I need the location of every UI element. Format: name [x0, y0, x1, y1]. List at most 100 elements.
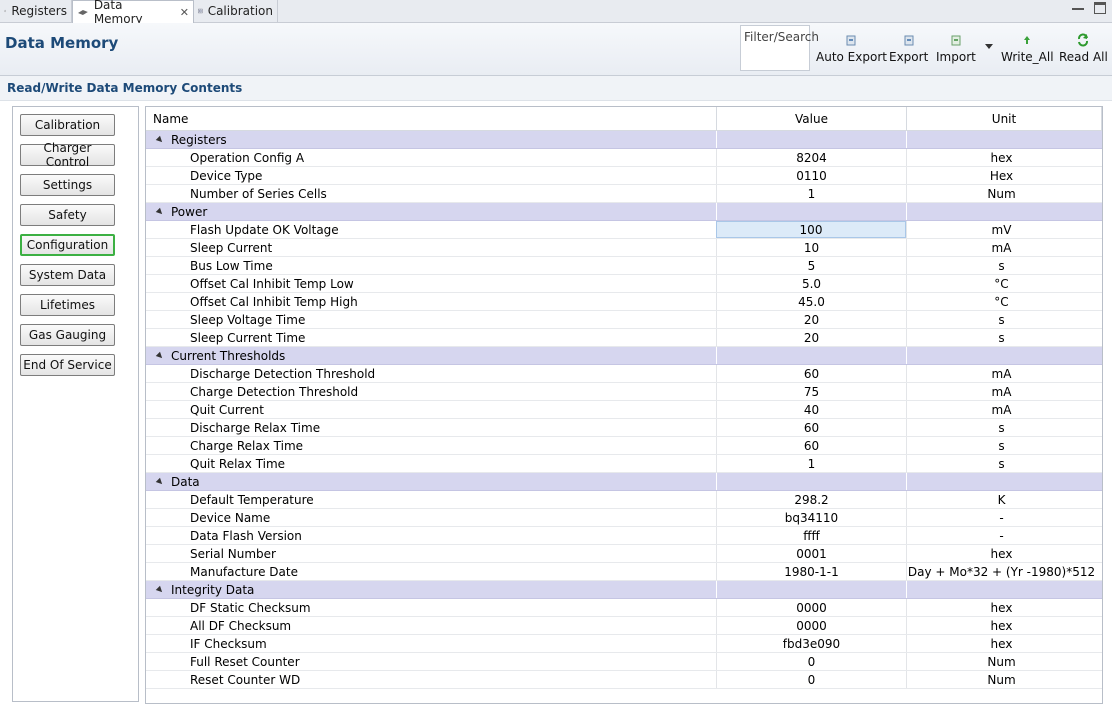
table-row[interactable]: Number of Series Cells 1 Num: [146, 185, 1102, 203]
auto-export-button[interactable]: Auto Export: [816, 33, 887, 64]
column-header-name[interactable]: Name: [146, 107, 717, 131]
column-header-value[interactable]: Value: [717, 107, 907, 131]
value-cell[interactable]: 40: [716, 401, 906, 418]
value-cell[interactable]: 0: [716, 653, 906, 670]
value-cell[interactable]: 1: [716, 455, 906, 472]
group-row[interactable]: Integrity Data: [146, 581, 1102, 599]
table-row[interactable]: Full Reset Counter 0 Num: [146, 653, 1102, 671]
group-row[interactable]: Current Thresholds: [146, 347, 1102, 365]
nav-settings-button[interactable]: Settings: [20, 174, 115, 196]
nav-end-of-service-button[interactable]: End Of Service: [20, 354, 115, 376]
tab-calibration[interactable]: Calibration: [194, 0, 278, 22]
expand-triangle-icon[interactable]: [155, 351, 165, 360]
table-row[interactable]: All DF Checksum 0000 hex: [146, 617, 1102, 635]
table-row[interactable]: DF Static Checksum 0000 hex: [146, 599, 1102, 617]
table-row[interactable]: Discharge Detection Threshold 60 mA: [146, 365, 1102, 383]
table-row[interactable]: Charge Relax Time 60 s: [146, 437, 1102, 455]
read-all-button[interactable]: Read All: [1059, 33, 1108, 64]
value-cell[interactable]: 1: [716, 185, 906, 202]
table-row[interactable]: Device Type 0110 Hex: [146, 167, 1102, 185]
value-cell[interactable]: 0001: [716, 545, 906, 562]
table-row[interactable]: Sleep Current Time 20 s: [146, 329, 1102, 347]
value-cell[interactable]: 0110: [716, 167, 906, 184]
value-cell[interactable]: 100: [716, 221, 906, 238]
table-row[interactable]: Quit Relax Time 1 s: [146, 455, 1102, 473]
unit-cell: [906, 473, 1096, 490]
table-row[interactable]: Serial Number 0001 hex: [146, 545, 1102, 563]
name-cell: Operation Config A: [146, 149, 716, 166]
import-button[interactable]: Import: [936, 33, 976, 64]
value-cell[interactable]: 10: [716, 239, 906, 256]
value-cell[interactable]: bq34110: [716, 509, 906, 526]
table-row[interactable]: Sleep Current 10 mA: [146, 239, 1102, 257]
group-row[interactable]: Power: [146, 203, 1102, 221]
group-name-cell: Integrity Data: [146, 581, 716, 598]
table-row[interactable]: Quit Current 40 mA: [146, 401, 1102, 419]
table-row[interactable]: Flash Update OK Voltage 100 mV: [146, 221, 1102, 239]
export-button[interactable]: Export: [889, 33, 928, 64]
tab-data-memory[interactable]: Data Memory ✕: [72, 0, 194, 26]
table-row[interactable]: Offset Cal Inhibit Temp Low 5.0 °C: [146, 275, 1102, 293]
maximize-icon[interactable]: [1094, 2, 1106, 14]
value-cell[interactable]: 5.0: [716, 275, 906, 292]
tab-registers[interactable]: Registers: [0, 0, 72, 22]
table-row[interactable]: Data Flash Version ffff -: [146, 527, 1102, 545]
expand-triangle-icon[interactable]: [155, 477, 165, 486]
table-row[interactable]: Reset Counter WD 0 Num: [146, 671, 1102, 689]
value-cell[interactable]: 75: [716, 383, 906, 400]
chevron-down-icon[interactable]: [985, 44, 993, 49]
value-cell[interactable]: 60: [716, 437, 906, 454]
table-row[interactable]: IF Checksum fbd3e090 hex: [146, 635, 1102, 653]
table-row[interactable]: Offset Cal Inhibit Temp High 45.0 °C: [146, 293, 1102, 311]
value-cell[interactable]: 20: [716, 329, 906, 346]
value-cell[interactable]: fbd3e090: [716, 635, 906, 652]
value-cell[interactable]: 0: [716, 671, 906, 688]
group-row[interactable]: Data: [146, 473, 1102, 491]
table-row[interactable]: Bus Low Time 5 s: [146, 257, 1102, 275]
name-cell: Sleep Voltage Time: [146, 311, 716, 328]
nav-charger-control-button[interactable]: Charger Control: [20, 141, 115, 169]
unit-cell: mA: [906, 365, 1096, 382]
table-row[interactable]: Manufacture Date 1980-1-1 Day + Mo*32 + (Y…: [146, 563, 1102, 581]
value-cell[interactable]: 20: [716, 311, 906, 328]
table-row[interactable]: Default Temperature 298.2 K: [146, 491, 1102, 509]
expand-triangle-icon[interactable]: [155, 135, 165, 144]
table-row[interactable]: Operation Config A 8204 hex: [146, 149, 1102, 167]
parameter-name: All DF Checksum: [190, 618, 292, 633]
value-cell[interactable]: 1980-1-1: [716, 563, 906, 580]
value-cell[interactable]: 5: [716, 257, 906, 274]
expand-triangle-icon[interactable]: [155, 585, 165, 594]
name-cell: Number of Series Cells: [146, 185, 716, 202]
nav-system-data-button[interactable]: System Data: [20, 264, 115, 286]
minimize-icon[interactable]: [1072, 2, 1084, 10]
value-cell[interactable]: 0000: [716, 599, 906, 616]
write-all-button[interactable]: Write_All: [1001, 33, 1054, 64]
value-cell[interactable]: 298.2: [716, 491, 906, 508]
table-row[interactable]: Sleep Voltage Time 20 s: [146, 311, 1102, 329]
value-cell[interactable]: 60: [716, 419, 906, 436]
name-cell: All DF Checksum: [146, 617, 716, 634]
nav-configuration-button[interactable]: Configuration: [20, 234, 115, 256]
value-cell[interactable]: 0000: [716, 617, 906, 634]
unit-cell: -: [906, 509, 1096, 526]
nav-calibration-button[interactable]: Calibration: [20, 114, 115, 136]
nav-gas-gauging-button[interactable]: Gas Gauging: [20, 324, 115, 346]
group-row[interactable]: Registers: [146, 131, 1102, 149]
column-header-unit[interactable]: Unit: [907, 107, 1102, 131]
calibration-icon: [198, 8, 203, 14]
value-cell[interactable]: 60: [716, 365, 906, 382]
table-row[interactable]: Device Name bq34110-: [146, 509, 1102, 527]
expand-triangle-icon[interactable]: [155, 207, 165, 216]
name-cell: DF Static Checksum: [146, 599, 716, 616]
close-icon[interactable]: ✕: [180, 6, 189, 19]
filter-search-field[interactable]: Filter/Search: [740, 25, 819, 71]
value-cell[interactable]: 8204: [716, 149, 906, 166]
tab-label: Calibration: [207, 4, 273, 18]
value-cell[interactable]: 45.0: [716, 293, 906, 310]
nav-safety-button[interactable]: Safety: [20, 204, 115, 226]
nav-lifetimes-button[interactable]: Lifetimes: [20, 294, 115, 316]
table-row[interactable]: Charge Detection Threshold 75 mA: [146, 383, 1102, 401]
table-row[interactable]: Discharge Relax Time 60 s: [146, 419, 1102, 437]
value-cell[interactable]: ffff: [716, 527, 906, 544]
parameter-name: Offset Cal Inhibit Temp Low: [190, 276, 354, 291]
